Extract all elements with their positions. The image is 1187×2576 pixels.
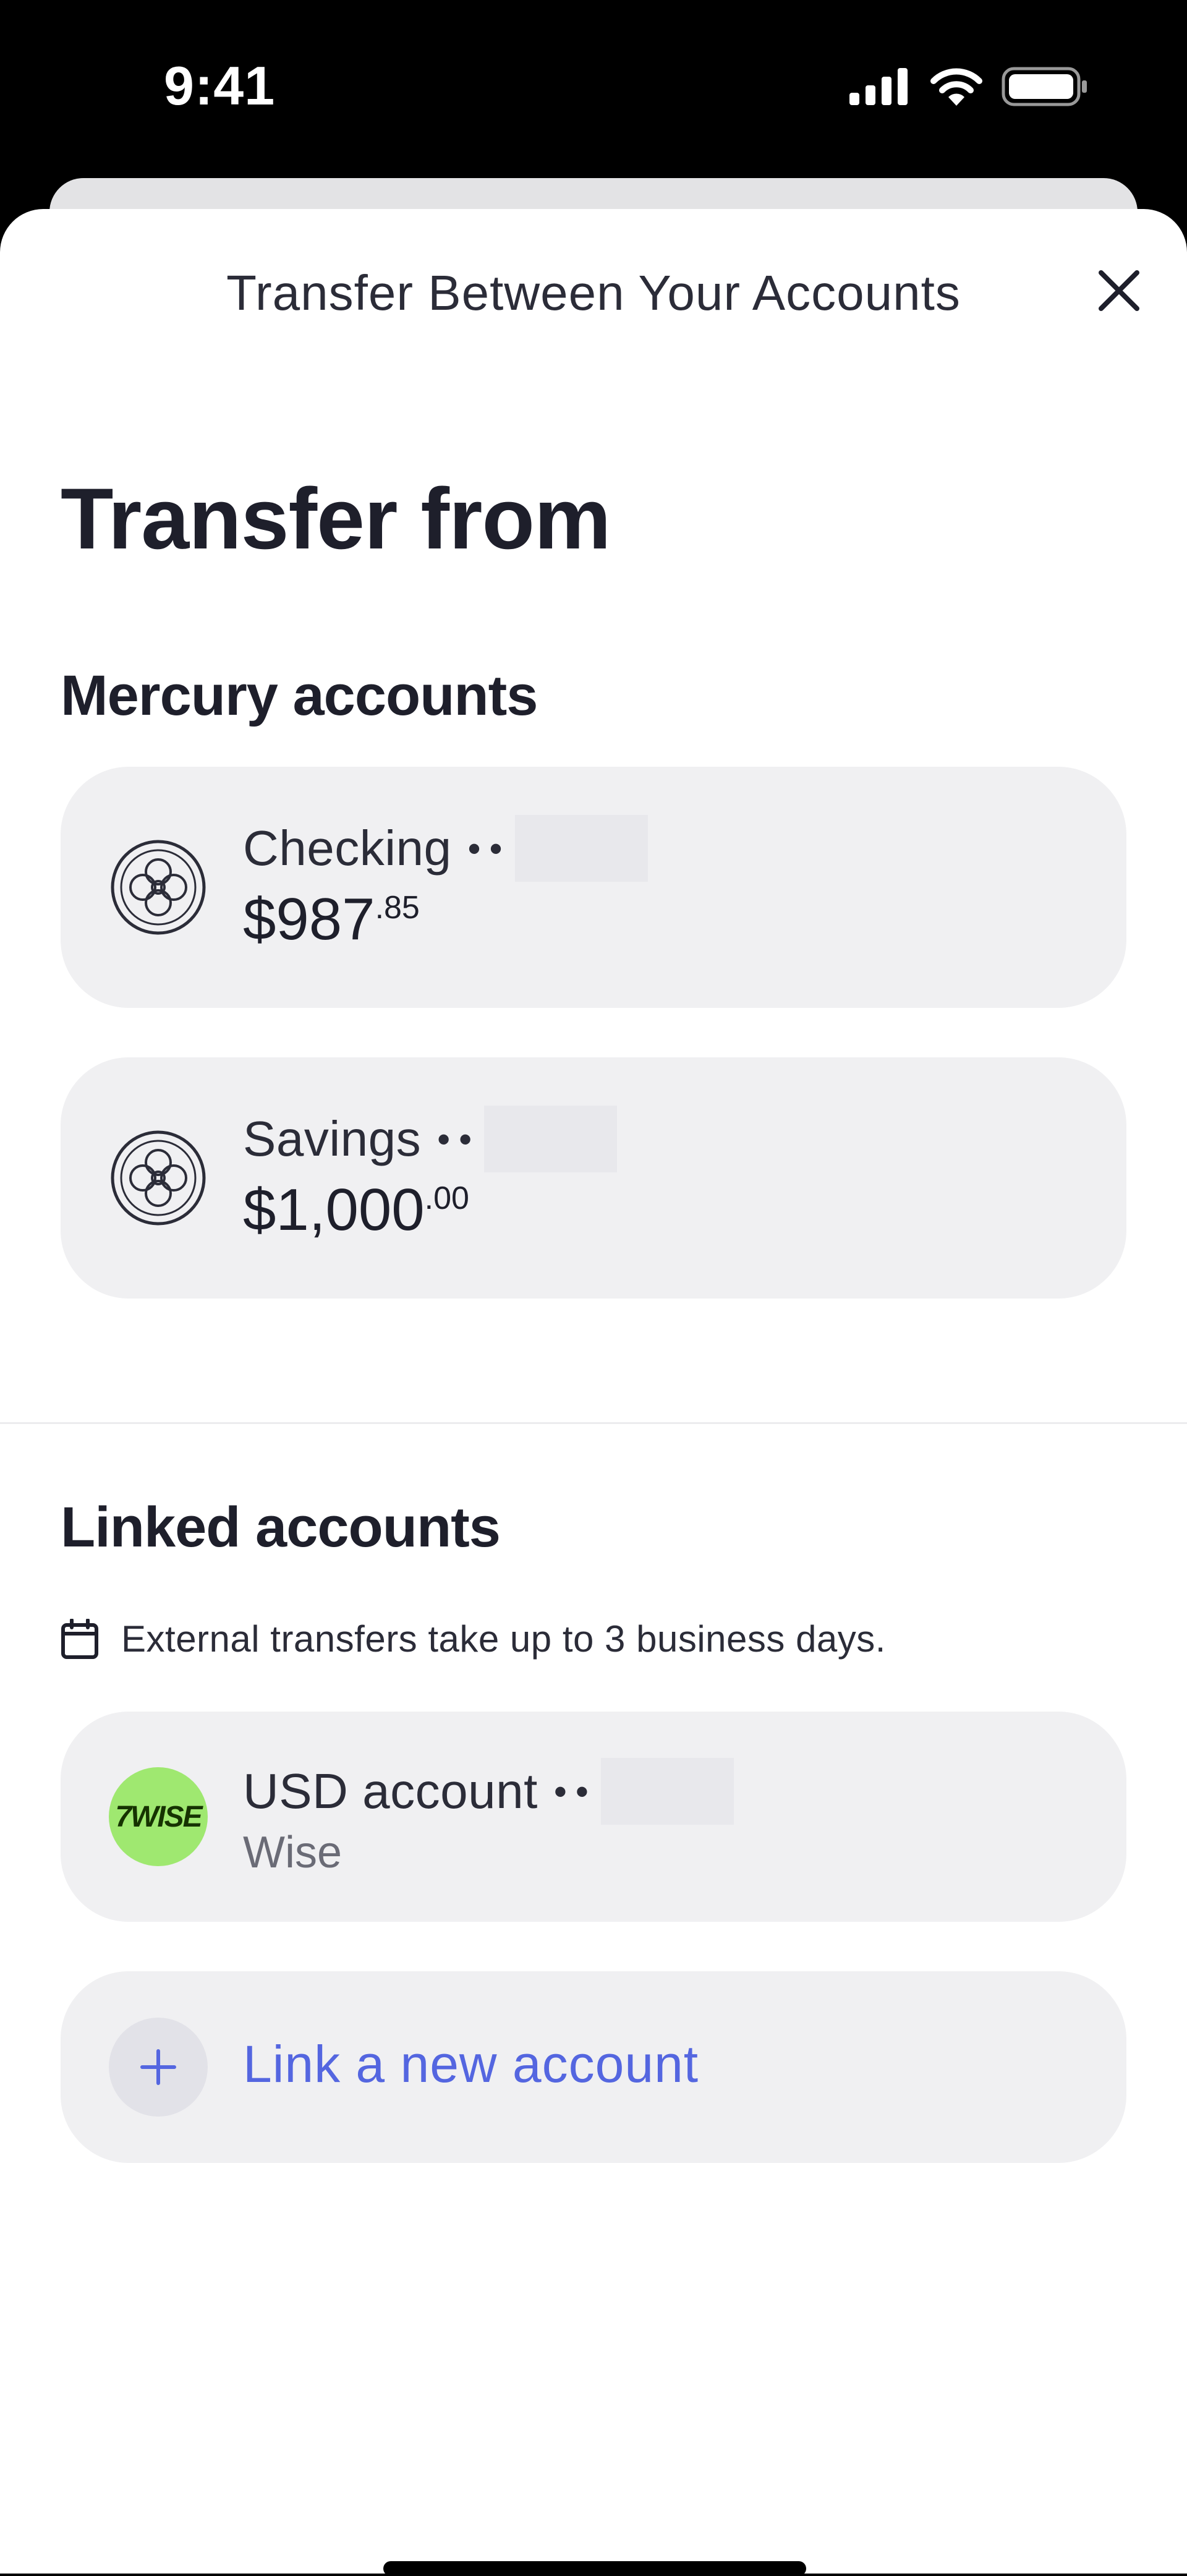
account-institution: Wise [243, 1828, 342, 1877]
account-name: Savings [243, 1111, 422, 1166]
redacted-account-number [514, 815, 648, 882]
link-new-account-label: Link a new account [243, 2035, 699, 2093]
balance-main: $987 [243, 886, 375, 952]
mercury-section-title: Mercury accounts [61, 664, 538, 727]
sheet-title: Transfer Between Your Accounts [226, 265, 961, 320]
close-icon [1099, 270, 1139, 311]
account-card-wise[interactable]: 7WISE USD account •• Wise [61, 1712, 1126, 1922]
account-balance: $987.85 [243, 885, 648, 953]
account-card-checking[interactable]: Checking •• $987.85 [61, 767, 1126, 1008]
section-divider [0, 1422, 1187, 1424]
wise-logo-icon: 7WISE [109, 1767, 208, 1866]
account-mask-dots: •• [467, 827, 511, 869]
account-mask-dots: •• [553, 1770, 597, 1812]
transfer-sheet: Transfer Between Your Accounts Transfer … [0, 209, 1187, 2576]
note-text: External transfers take up to 3 business… [121, 1618, 886, 1660]
plus-icon [109, 2018, 208, 2117]
account-name: USD account [243, 1764, 538, 1819]
status-icons [849, 67, 1088, 106]
link-new-account-button[interactable]: Link a new account [61, 1971, 1126, 2163]
balance-cents: .00 [424, 1180, 469, 1216]
account-text: Savings •• $1,000.00 [243, 1106, 618, 1244]
account-card-savings[interactable]: Savings •• $1,000.00 [61, 1057, 1126, 1299]
account-text: USD account •• Wise [243, 1758, 734, 1878]
battery-icon [1002, 67, 1087, 106]
account-balance: $1,000.00 [243, 1176, 617, 1244]
transfer-time-note: External transfers take up to 3 business… [61, 1618, 886, 1660]
home-indicator[interactable] [383, 2561, 806, 2576]
mercury-logo-icon [109, 838, 208, 937]
account-mask-dots: •• [437, 1118, 481, 1160]
account-text: Checking •• $987.85 [243, 815, 648, 953]
page-title: Transfer from [61, 470, 611, 567]
calendar-icon [61, 1618, 98, 1659]
redacted-account-number [484, 1106, 618, 1172]
wise-logo-text: 7WISE [115, 1800, 202, 1833]
redacted-account-number [600, 1758, 734, 1825]
mercury-logo-icon [109, 1128, 208, 1227]
linked-section-title: Linked accounts [61, 1496, 501, 1559]
close-button[interactable] [1088, 260, 1150, 322]
balance-main: $1,000 [243, 1177, 425, 1243]
signal-icon [849, 68, 908, 105]
status-time: 9:41 [164, 55, 276, 116]
account-name: Checking [243, 821, 452, 876]
balance-cents: .85 [375, 890, 420, 926]
wifi-icon [930, 68, 982, 106]
status-bar: 9:41 [0, 0, 1187, 179]
